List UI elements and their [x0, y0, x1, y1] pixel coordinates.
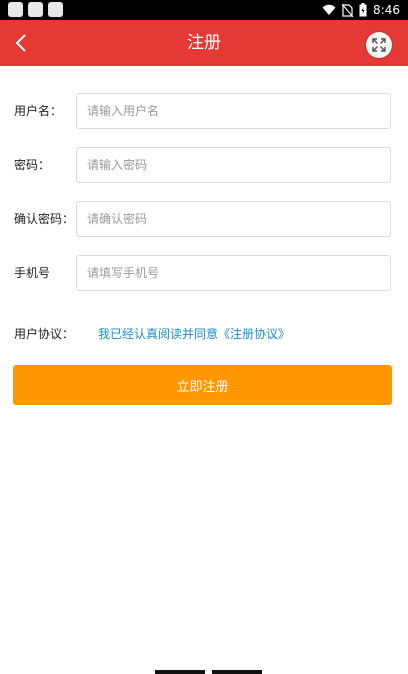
- phone-row: 手机号: [0, 255, 408, 291]
- status-bar: 8:46: [0, 0, 408, 20]
- status-time: 8:46: [373, 3, 400, 17]
- chevron-left-icon: [15, 34, 26, 52]
- phone-label: 手机号: [14, 266, 51, 280]
- back-button[interactable]: [6, 28, 36, 58]
- password-label: 密码：: [14, 158, 51, 172]
- expand-button[interactable]: [366, 32, 392, 58]
- password-input[interactable]: [76, 147, 391, 183]
- agreement-row: 用户协议： 我已经认真阅读并同意《注册协议》: [0, 324, 408, 344]
- page-title: 注册: [187, 33, 221, 53]
- agreement-link[interactable]: 我已经认真阅读并同意《注册协议》: [98, 324, 290, 344]
- password-row: 密码：: [0, 147, 408, 183]
- no-sim-icon: [342, 3, 354, 17]
- confirm-password-label: 确认密码：: [14, 212, 75, 226]
- phone-input[interactable]: [76, 255, 391, 291]
- notification-icon: [28, 2, 43, 17]
- register-button[interactable]: 立即注册: [13, 365, 392, 405]
- notification-icon: [8, 2, 23, 17]
- confirm-password-row: 确认密码：: [0, 201, 408, 237]
- battery-charging-icon: [359, 3, 367, 17]
- expand-icon: [372, 38, 386, 52]
- wifi-icon: [322, 4, 336, 15]
- nav-indicator: [155, 670, 205, 674]
- username-input[interactable]: [76, 93, 391, 129]
- app-bar: 注册: [0, 20, 408, 66]
- username-label: 用户名：: [14, 104, 63, 118]
- notification-icons: [8, 2, 63, 17]
- notification-icon: [48, 2, 63, 17]
- system-icons: 8:46: [322, 1, 400, 19]
- nav-indicator: [212, 670, 262, 674]
- agreement-label: 用户协议：: [14, 327, 75, 341]
- username-row: 用户名：: [0, 93, 408, 129]
- confirm-password-input[interactable]: [76, 201, 391, 237]
